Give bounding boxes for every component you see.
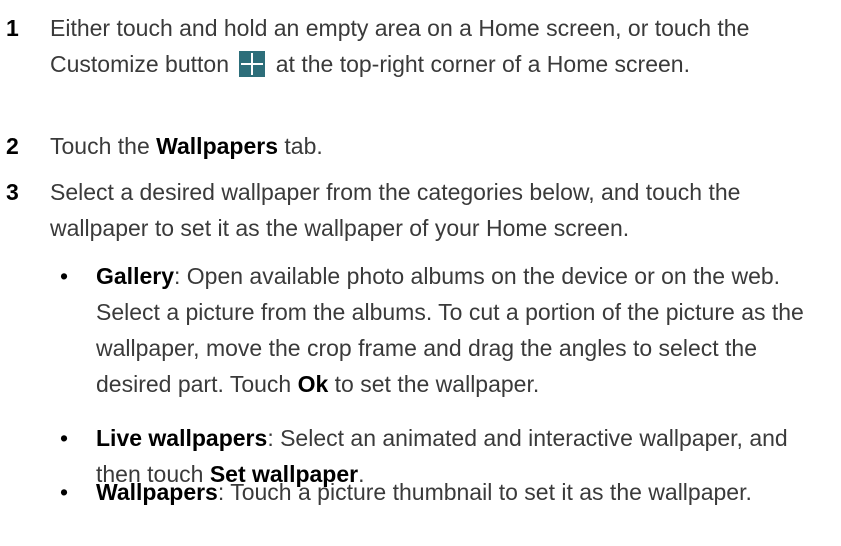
- bullet-term: Wallpapers: [96, 479, 218, 505]
- step-text: Either touch and hold an empty area on a…: [50, 15, 750, 77]
- bullet-gallery: • Gallery: Open available photo albums o…: [50, 258, 835, 402]
- bullet-term: Gallery: [96, 263, 174, 289]
- bullet-wallpapers: • Wallpapers: Touch a picture thumbnail …: [50, 474, 835, 510]
- step-1: 1 Either touch and hold an empty area on…: [0, 10, 835, 82]
- step-text: Select a desired wallpaper from the cate…: [50, 179, 741, 241]
- bullet-dot: •: [60, 479, 69, 505]
- wallpapers-tab-label: Wallpapers: [156, 133, 278, 159]
- customize-plus-icon: [239, 51, 266, 77]
- step-text: Touch the Wallpapers tab.: [50, 133, 323, 159]
- bullet-text: Gallery: Open available photo albums on …: [96, 263, 804, 397]
- step-number: 2: [6, 133, 19, 159]
- instruction-page: 1 Either touch and hold an empty area on…: [0, 0, 841, 546]
- step-number: 1: [6, 15, 19, 41]
- step-3: 3 Select a desired wallpaper from the ca…: [0, 174, 835, 246]
- step-2: 2 Touch the Wallpapers tab.: [0, 128, 835, 164]
- bullet-text: Wallpapers: Touch a picture thumbnail to…: [96, 479, 752, 505]
- ok-label: Ok: [297, 371, 329, 397]
- bullet-dot: •: [60, 425, 69, 451]
- step-number: 3: [6, 179, 19, 205]
- bullet-dot: •: [60, 263, 69, 289]
- bullet-term: Live wallpapers: [96, 425, 268, 451]
